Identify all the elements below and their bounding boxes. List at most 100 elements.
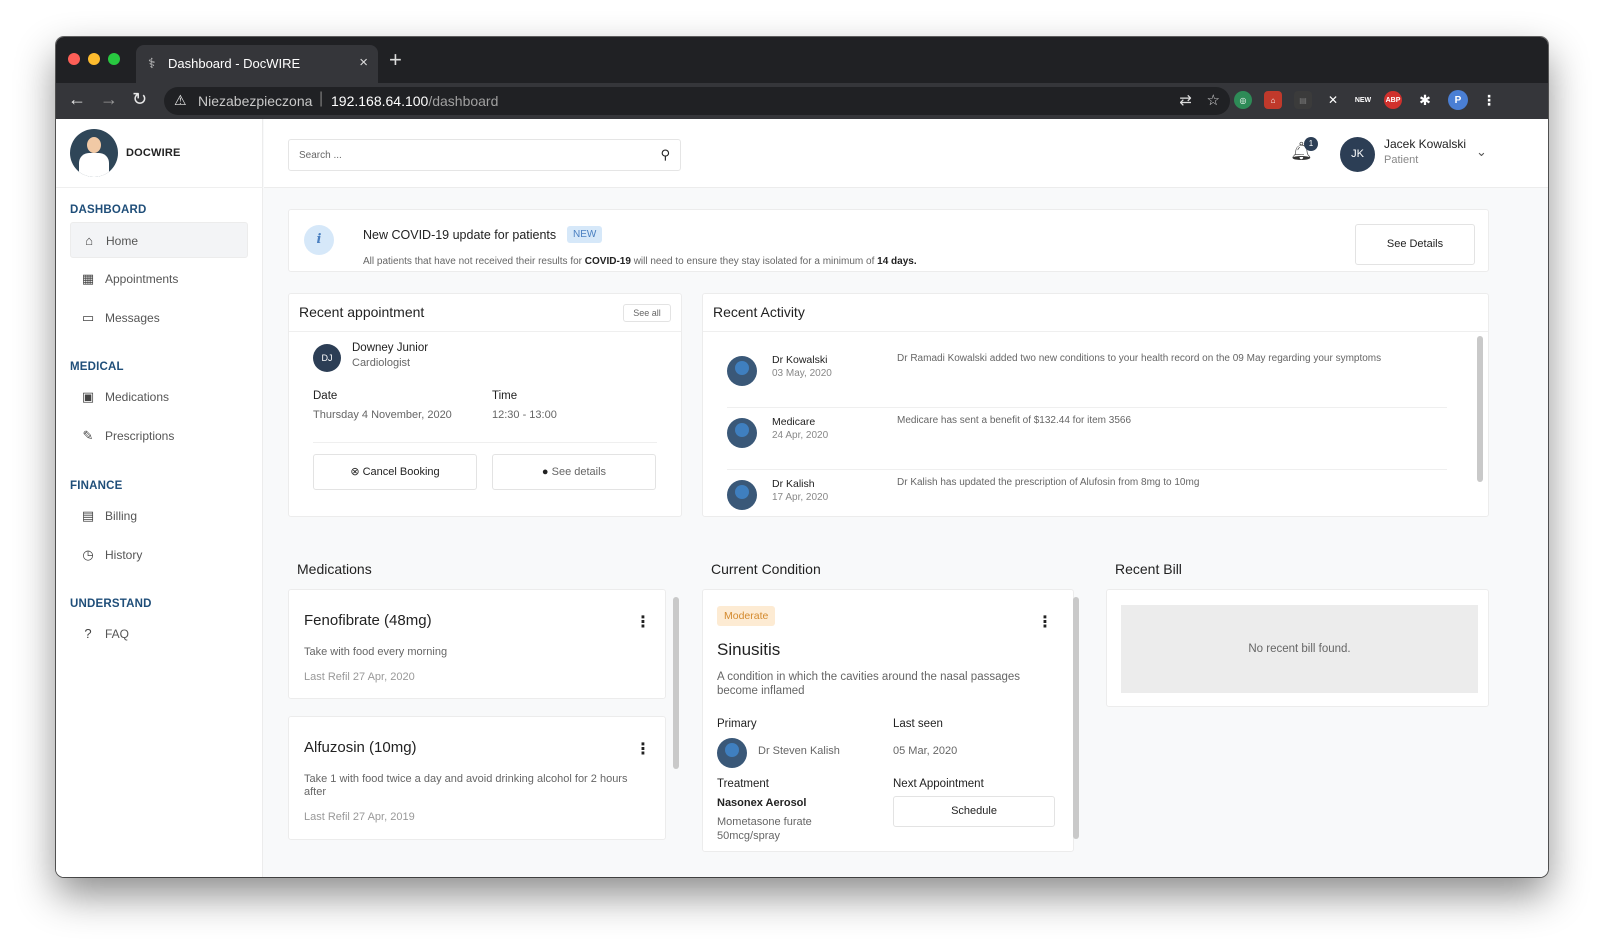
card-divider — [313, 442, 657, 443]
extension-grey-icon[interactable]: ▤ — [1294, 91, 1312, 109]
bookmark-star-icon[interactable]: ☆ — [1207, 91, 1220, 109]
browser-menu-icon[interactable]: ⋮ — [1480, 91, 1498, 109]
maximize-window-icon[interactable] — [108, 53, 120, 65]
browser-window: ⚕ Dashboard - DocWIRE × + ← → ↻ ⚠ Niezab… — [56, 37, 1548, 877]
medication-refill: Last Refil 27 Apr, 2020 — [304, 671, 415, 683]
browser-tab[interactable]: ⚕ Dashboard - DocWIRE × — [136, 45, 378, 83]
sidebar-divider — [56, 187, 263, 188]
sidebar-item-appointments[interactable]: ▦ Appointments — [70, 261, 248, 297]
back-arrow-icon[interactable]: ← — [68, 89, 86, 110]
recent-appointment-title: Recent appointment — [299, 304, 425, 320]
condition-name: Sinusitis — [717, 640, 781, 659]
minimize-window-icon[interactable] — [88, 53, 100, 65]
app-header: Search ... ⚲ 🔔︎ 1 JK Jacek Kowalski Pati… — [264, 119, 1548, 188]
condition-scrollbar[interactable] — [1073, 597, 1079, 839]
medication-card[interactable]: Fenofibrate (48mg) ⋮ Take with food ever… — [288, 589, 666, 699]
schedule-button[interactable]: Schedule — [893, 796, 1055, 827]
see-details-label: See details — [551, 466, 607, 478]
app-viewport: DOCWIRE DASHBOARD ⌂ Home ▦ Appointments … — [56, 119, 1548, 877]
tab-close-icon[interactable]: × — [359, 54, 368, 71]
activity-message: Dr Kalish has updated the prescription o… — [897, 477, 1200, 488]
covid-alert-banner: i New COVID-19 update for patients NEW A… — [288, 209, 1489, 272]
sidebar-section-dashboard: DASHBOARD — [70, 204, 147, 216]
insecure-label: Niezabezpieczona — [198, 93, 313, 109]
recent-bill-card: No recent bill found. — [1106, 589, 1489, 707]
calendar-icon: ▦ — [81, 271, 95, 286]
adblock-icon[interactable]: ABP — [1384, 91, 1402, 109]
search-input[interactable]: Search ... ⚲ — [288, 139, 681, 171]
medication-name: Fenofibrate (48mg) — [304, 612, 432, 629]
activity-item[interactable]: Dr Kalish 17 Apr, 2020 Dr Kalish has upd… — [727, 470, 1447, 516]
condition-description: A condition in which the cavities around… — [717, 671, 1021, 697]
extension-new-icon[interactable]: NEW — [1354, 91, 1372, 109]
last-seen-label: Last seen — [893, 718, 943, 730]
card-divider — [289, 331, 681, 332]
cancel-booking-button[interactable]: ⊗ Cancel Booking — [313, 454, 477, 490]
user-avatar[interactable]: JK — [1340, 137, 1375, 172]
sidebar-item-messages[interactable]: ▭ Messages — [70, 300, 248, 336]
activity-name: Dr Kowalski — [772, 354, 828, 366]
activity-item[interactable]: Medicare 24 Apr, 2020 Medicare has sent … — [727, 408, 1447, 470]
translate-icon[interactable]: ⇄ — [1179, 91, 1192, 109]
see-appointment-details-button[interactable]: ● See details — [492, 454, 656, 490]
extension-green-icon[interactable]: ◎ — [1234, 91, 1252, 109]
recent-activity-card: Recent Activity Dr Kowalski 03 May, 2020… — [702, 293, 1489, 517]
puzzle-extensions-icon[interactable]: ✱ — [1416, 91, 1434, 109]
severity-badge: Moderate — [717, 606, 776, 626]
primary-doctor-avatar — [717, 738, 747, 768]
doctor-avatar: DJ — [313, 344, 341, 372]
sidebar-item-label: Home — [106, 234, 139, 248]
sidebar-item-history[interactable]: ◷ History — [70, 537, 248, 573]
chevron-down-icon[interactable]: ⌄ — [1476, 144, 1487, 160]
new-tab-button[interactable]: + — [389, 47, 402, 73]
sidebar-item-label: Billing — [105, 509, 138, 523]
profile-avatar[interactable]: P — [1448, 90, 1468, 110]
sidebar: DOCWIRE DASHBOARD ⌂ Home ▦ Appointments … — [56, 119, 263, 877]
user-role: Patient — [1384, 154, 1419, 166]
browser-toolbar: ← → ↻ ⚠ Niezabezpieczona | 192.168.64.10… — [56, 83, 1548, 119]
sidebar-item-faq[interactable]: ? FAQ — [70, 616, 248, 652]
extension-red-icon[interactable]: ⌂ — [1264, 91, 1282, 109]
activity-scrollbar[interactable] — [1477, 336, 1483, 482]
reload-icon[interactable]: ↻ — [132, 89, 147, 110]
more-vertical-icon[interactable]: ⋮ — [635, 739, 651, 759]
date-value: Thursday 4 November, 2020 — [313, 409, 452, 421]
more-vertical-icon[interactable]: ⋮ — [635, 612, 651, 632]
cancel-circle-icon: ⊗ — [350, 466, 363, 478]
activity-item[interactable]: Dr Kowalski 03 May, 2020 Dr Ramadi Kowal… — [727, 346, 1447, 408]
pills-icon: ✎ — [82, 428, 94, 443]
sidebar-item-label: History — [105, 548, 143, 562]
card-divider — [703, 331, 1488, 332]
forward-arrow-icon[interactable]: → — [100, 89, 118, 110]
sidebar-item-home[interactable]: ⌂ Home — [70, 222, 248, 258]
address-bar[interactable]: ⚠ Niezabezpieczona | 192.168.64.100/dash… — [164, 87, 1230, 115]
sidebar-item-medications[interactable]: ▣ Medications — [70, 379, 248, 415]
medication-card[interactable]: Alfuzosin (10mg) ⋮ Take 1 with food twic… — [288, 716, 666, 840]
activity-avatar — [727, 480, 757, 510]
address-separator: | — [319, 90, 324, 107]
sidebar-item-billing[interactable]: ▤ Billing — [70, 498, 248, 534]
medications-scrollbar[interactable] — [673, 597, 679, 769]
doctor-specialty: Cardiologist — [352, 357, 411, 369]
activity-date: 03 May, 2020 — [772, 368, 832, 379]
sidebar-section-medical: MEDICAL — [70, 361, 124, 373]
info-icon: i — [304, 225, 334, 255]
see-all-button[interactable]: See all — [623, 304, 671, 322]
clock-icon: ◷ — [82, 547, 94, 562]
recent-appointment-card: Recent appointment See all DJ Downey Jun… — [288, 293, 682, 517]
warning-triangle-icon[interactable]: ⚠ — [174, 92, 187, 109]
medication-name: Alfuzosin (10mg) — [304, 739, 417, 756]
see-details-button[interactable]: See Details — [1355, 224, 1475, 265]
new-badge: NEW — [567, 226, 603, 243]
search-icon[interactable]: ⚲ — [660, 147, 670, 163]
next-appointment-label: Next Appointment — [893, 778, 984, 790]
more-vertical-icon[interactable]: ⋮ — [1037, 612, 1053, 632]
browser-tab-title: Dashboard - DocWIRE — [168, 56, 301, 71]
info-circle-icon: ● — [541, 466, 552, 478]
extension-x-icon[interactable]: ✕ — [1324, 91, 1342, 109]
user-name[interactable]: Jacek Kowalski — [1384, 137, 1466, 151]
sidebar-item-prescriptions[interactable]: ✎ Prescriptions — [70, 418, 248, 454]
close-window-icon[interactable] — [68, 53, 80, 65]
activity-date: 17 Apr, 2020 — [772, 492, 829, 503]
primary-doctor-name: Dr Steven Kalish — [758, 745, 840, 757]
